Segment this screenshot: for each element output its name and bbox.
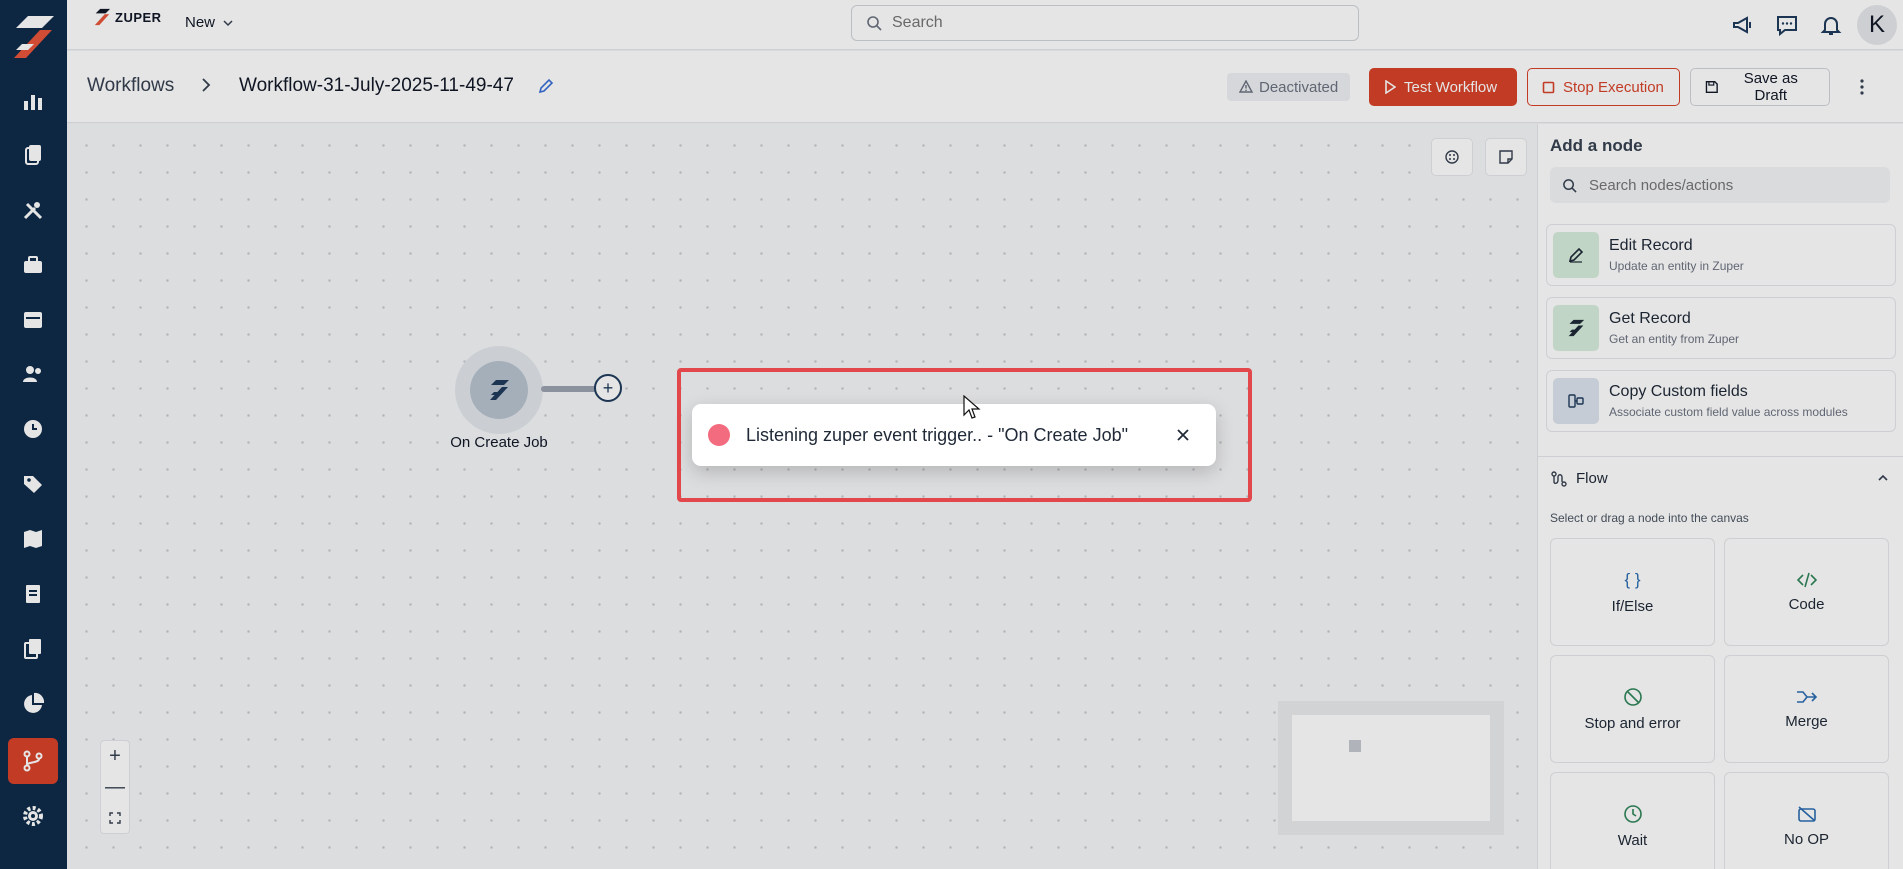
recording-dot-icon (708, 424, 730, 446)
close-icon[interactable] (1172, 424, 1194, 446)
mouse-cursor-icon (963, 395, 981, 419)
toast-message: Listening zuper event trigger.. - "On Cr… (746, 424, 1128, 445)
listening-toast: Listening zuper event trigger.. - "On Cr… (692, 404, 1216, 466)
